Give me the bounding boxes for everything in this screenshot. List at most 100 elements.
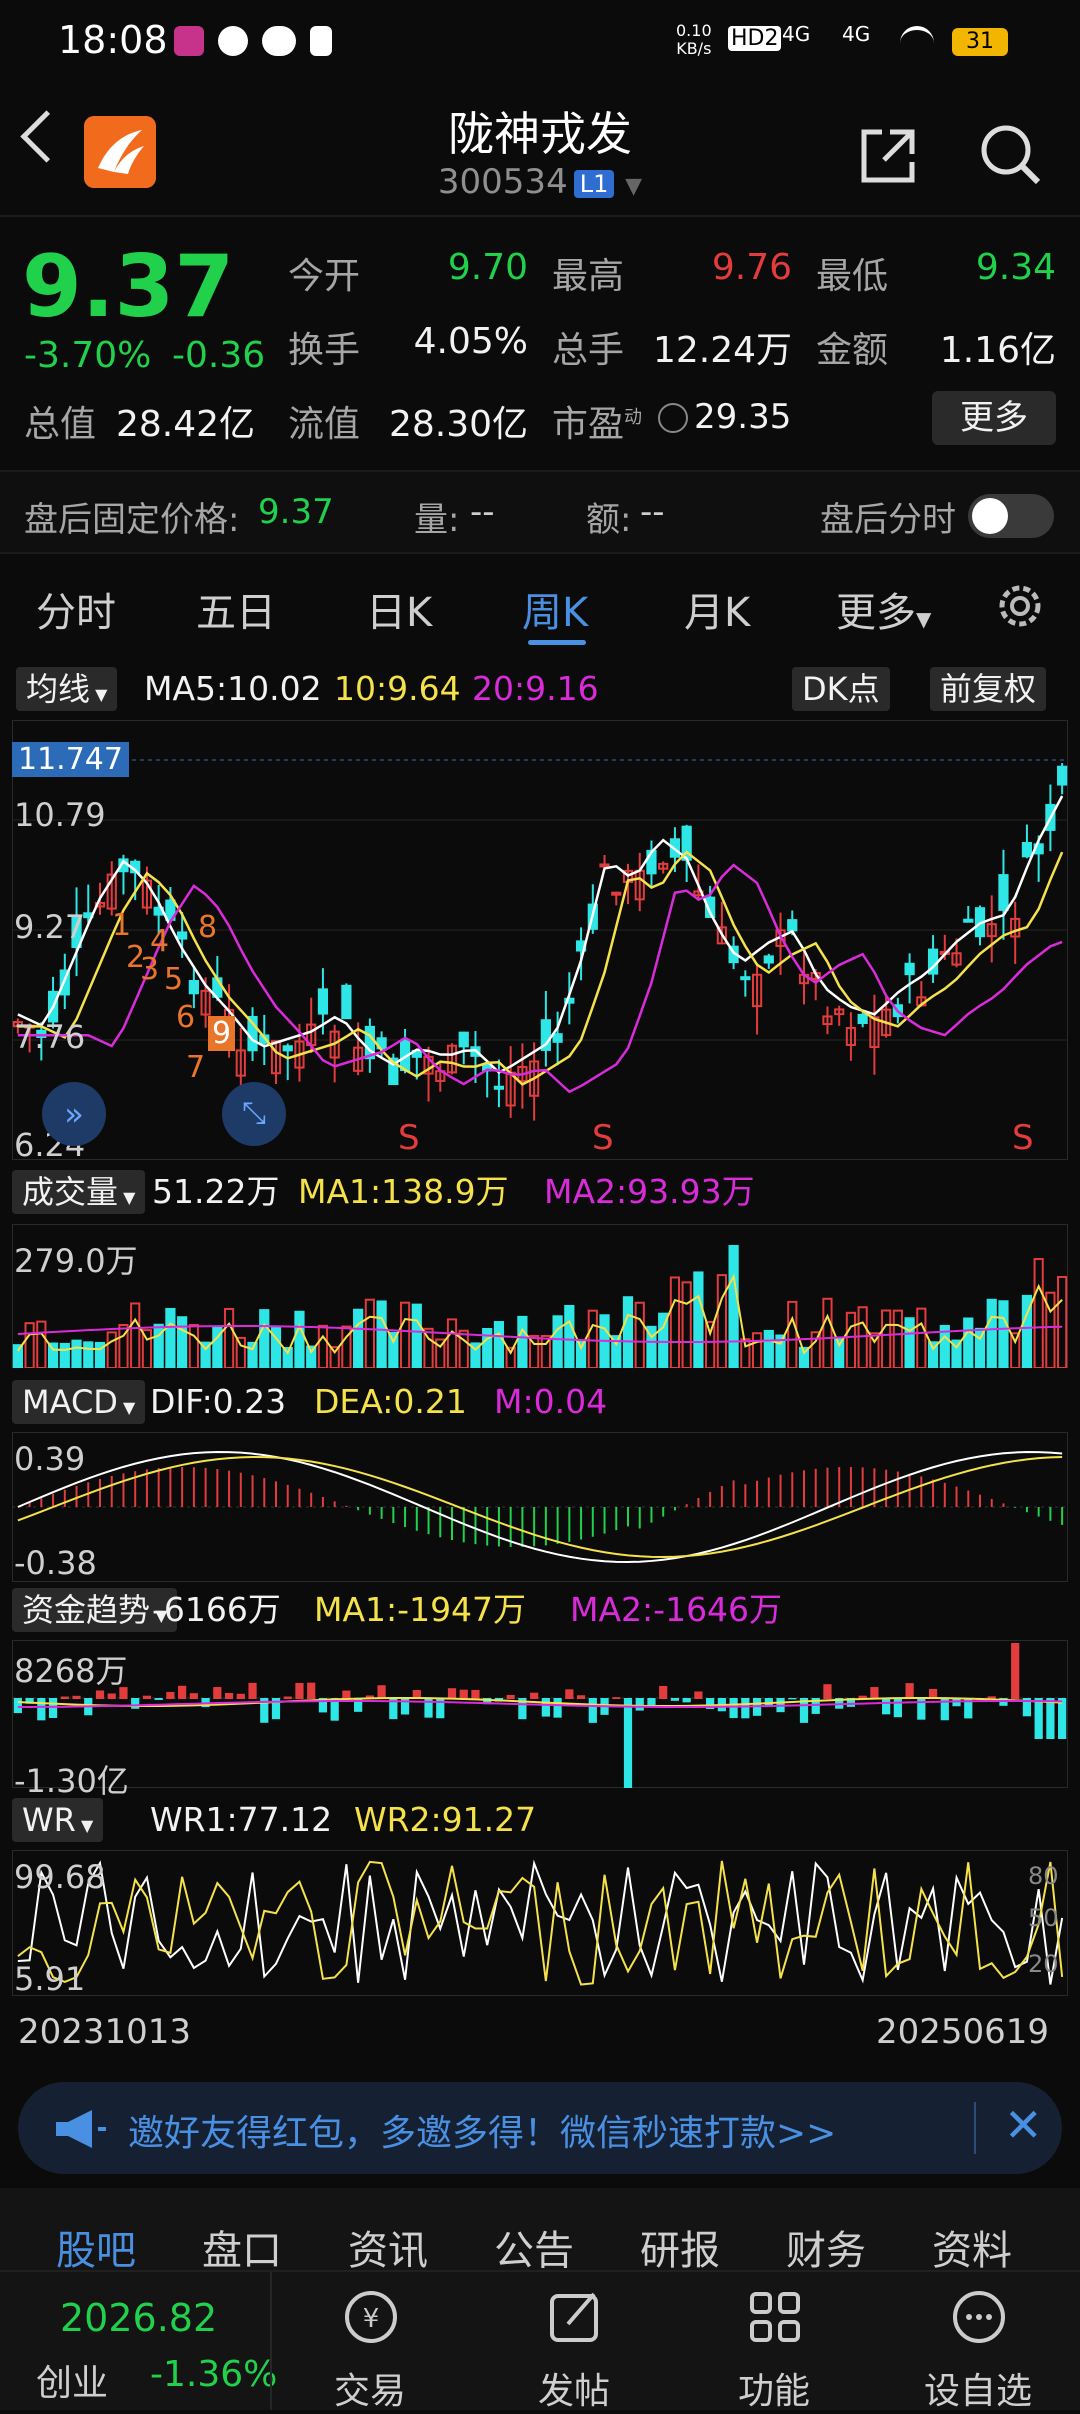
tab-daily-k[interactable]: 日K [366,580,432,638]
fund-ma1: MA1:-1947万 [314,1590,527,1629]
volume-bar [904,1317,915,1368]
date-end: 20250619 [876,2012,1050,2052]
add-watchlist-label: 设自选 [923,2371,1032,2412]
svg-text:¥: ¥ [363,2304,380,2334]
more-button[interactable]: 更多 [932,391,1056,445]
candle-body [317,988,329,1015]
tab-intraday[interactable]: 分时 [36,580,116,638]
after-hours-toggle[interactable] [968,494,1054,538]
volume-bar [353,1308,364,1368]
add-watchlist-button[interactable]: 设自选 [898,2272,1058,2412]
turnover-label: 换手 [288,330,361,371]
volume-bar [458,1329,469,1368]
fund-bar [870,1687,879,1699]
candlestick-chart[interactable] [12,720,1068,1160]
divider [974,2102,976,2154]
tab-profile[interactable]: 资料 [932,2218,1012,2276]
wr-level-80: 80 [1028,1862,1059,1890]
megaphone-icon [52,2108,106,2148]
stock-code-selector[interactable]: 300534 L1 ▼ [0,162,1080,202]
trade-button[interactable]: ¥ 交易 [290,2272,450,2412]
clock: 18:08 [58,18,168,62]
volume-bar [376,1300,387,1368]
volume-bar [787,1300,798,1368]
tab-more[interactable]: 更多▼ [836,580,931,638]
volume-bar [845,1311,857,1368]
volume-bar [223,1307,235,1368]
share-icon[interactable] [858,126,915,183]
fund-bar [823,1684,832,1699]
macd-selector[interactable]: MACD ▼ [12,1380,146,1424]
fund-bar [307,1682,316,1699]
tab-announcements[interactable]: 公告 [494,2218,574,2276]
stock-name: 陇神戎发 [448,107,632,161]
macd-y-top: 0.39 [14,1440,86,1478]
promo-text[interactable]: 邀好友得红包，多邀多得！微信秒速打款>> [128,2104,836,2156]
volume-current: 51.22万 [152,1172,280,1211]
fund-bar [295,1682,304,1699]
volume-value: 12.24万 [652,330,792,371]
volume-bar [329,1346,340,1368]
seq-6: 6 [176,1000,196,1035]
tab-monthly-k[interactable]: 月K [684,580,750,638]
fund-bar [248,1682,257,1699]
close-icon[interactable]: ✕ [1004,2098,1043,2152]
tab-research[interactable]: 研报 [640,2218,720,2276]
fund-bar [48,1698,58,1719]
tab-five-day[interactable]: 五日 [196,580,276,638]
fund-bar [670,1698,680,1701]
fund-bar [647,1698,656,1706]
macd-dif: DIF:0.23 [150,1382,287,1421]
wr-level-50: 50 [1028,1904,1059,1932]
amount-label: 金额 [816,330,889,371]
volume-ma1: MA1:138.9万 [298,1172,509,1211]
after-hours-vol-label: 量: [414,500,460,540]
macd-y-bottom: -0.38 [14,1544,97,1582]
after-hours-label: 盘后固定价格: [24,500,240,540]
signal-icon-2: 4G [842,22,871,46]
fullscreen-icon[interactable]: ⤡ [222,1082,286,1146]
message-icon [218,26,248,56]
tab-weekly-k[interactable]: 周K [522,580,588,638]
volume-bar [364,1298,375,1368]
fund-bar [471,1689,480,1699]
fund-bar [1058,1698,1067,1739]
tab-news[interactable]: 资讯 [348,2218,428,2276]
ma20-value: 20:9.16 [472,669,599,708]
index-name: 创业 [36,2363,109,2404]
index-ticker[interactable]: 2026.82 创业 -1.36% [0,2272,277,2410]
volume-bar [247,1341,258,1368]
pe-value: 29.35 [694,397,792,437]
fund-bar [131,1698,140,1709]
turnover-value: 4.05% [413,321,528,362]
settings-gear-icon[interactable] [992,578,1048,634]
functions-button[interactable]: 功能 [694,2272,854,2412]
tab-finance[interactable]: 财务 [786,2218,866,2276]
volume-bar [517,1315,528,1368]
volume-bar [1057,1275,1068,1368]
volume-bar [716,1274,727,1368]
dk-point-button[interactable]: DK点 [792,667,890,711]
volume-bar [822,1297,833,1368]
wechat-icon [262,26,296,56]
tab-order-book[interactable]: 盘口 [202,2218,282,2276]
fund-ma2: MA2:-1646万 [570,1590,783,1629]
expand-panel-icon[interactable]: » [42,1082,106,1146]
post-button[interactable]: 发帖 [494,2272,654,2412]
volume-selector[interactable]: 成交量 ▼ [12,1170,146,1214]
macd-m: M:0.04 [494,1382,608,1421]
status-bar: 18:08 0.10 KB/s HD2 4G 4G 31 [0,0,1080,80]
promo-banner[interactable]: 邀好友得红包，多邀多得！微信秒速打款>> ✕ [18,2082,1062,2174]
wr-selector[interactable]: WR ▼ [12,1798,104,1842]
volume-bar [1010,1332,1021,1368]
search-icon[interactable] [978,122,1042,186]
volume-y-max: 279.0万 [14,1242,138,1280]
tab-guba[interactable]: 股吧 [56,2218,136,2276]
info-icon[interactable] [658,403,688,433]
volume-label: 总手 [552,330,625,371]
candle-body [341,984,352,1020]
adjust-button[interactable]: 前复权 [930,667,1047,711]
ma-selector[interactable]: 均线 ▼ [16,667,118,711]
low-value: 9.34 [975,247,1056,288]
fund-bar [729,1698,738,1719]
